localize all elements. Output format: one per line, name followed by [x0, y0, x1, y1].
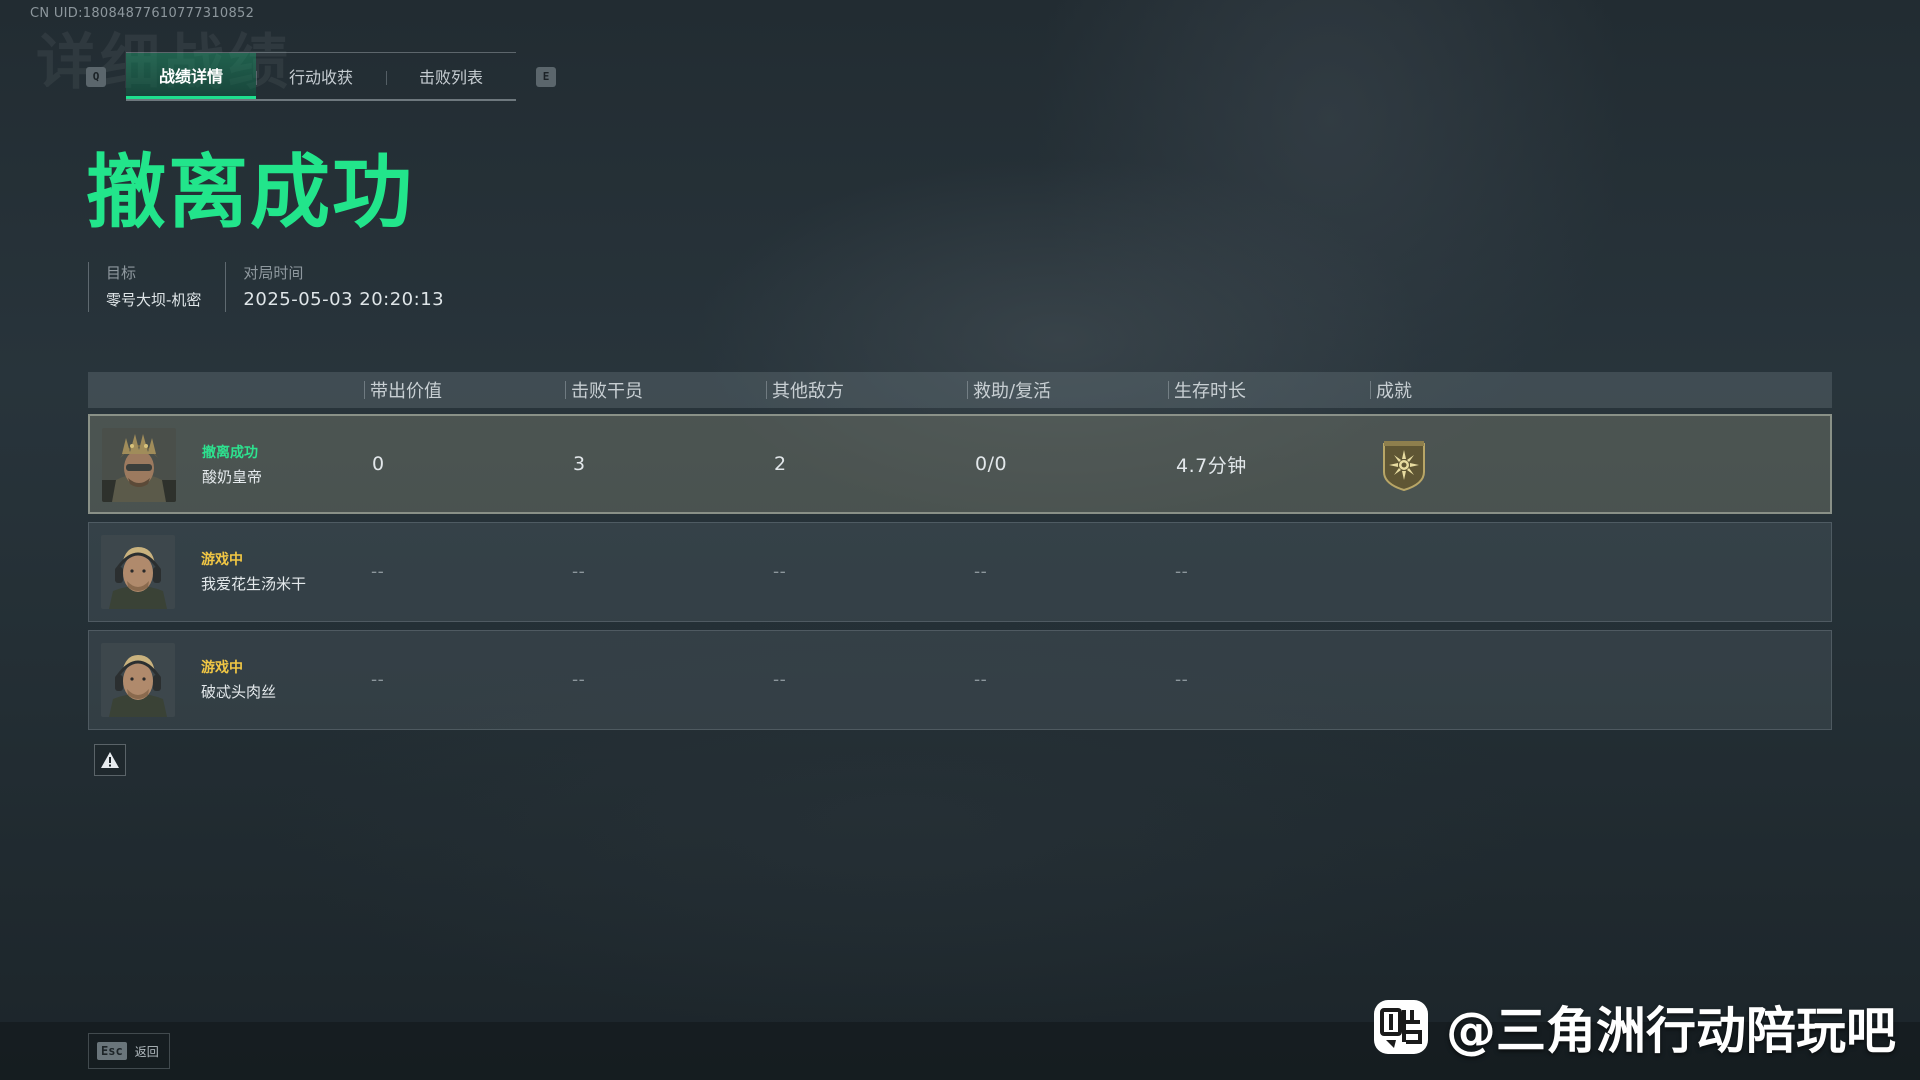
cell-extracted-value: --	[371, 562, 385, 582]
cell-extracted-value: 0	[372, 453, 385, 475]
table-row[interactable]: 撤离成功 酸奶皇帝 0 3 2 0/0 4.7分钟	[88, 414, 1832, 514]
player-avatar	[101, 535, 175, 609]
tieba-logo-icon	[1374, 1000, 1428, 1054]
result-title: 撤离成功	[86, 146, 414, 239]
tab-action-gains[interactable]: 行动收获	[256, 53, 386, 99]
header-extracted-value: 带出价值	[364, 372, 442, 408]
player-name: 酸奶皇帝	[202, 468, 263, 486]
header-operators-defeated: 击败干员	[565, 372, 643, 408]
meta-time-label: 对局时间	[243, 264, 304, 282]
cell-other-enemies: --	[773, 562, 787, 582]
player-status: 游戏中	[201, 660, 243, 676]
back-label: 返回	[134, 1044, 159, 1059]
cell-survival-time: 4.7分钟	[1176, 454, 1247, 477]
cell-extracted-value: --	[371, 670, 385, 690]
cell-other-enemies: 2	[774, 453, 787, 475]
meta-time: 对局时间 2025-05-03 20:20:13	[225, 262, 468, 312]
meta-target-label: 目标	[106, 264, 137, 282]
cell-rescue-revive: 0/0	[975, 453, 1008, 475]
warning-icon	[101, 752, 119, 768]
header-survival-time: 生存时长	[1168, 372, 1246, 408]
watermark: @三角洲行动陪玩吧	[1372, 995, 1896, 1060]
cell-operators-defeated: 3	[573, 453, 586, 475]
table-header: 带出价值 击败干员 其他敌方 救助/复活 生存时长 成就	[88, 372, 1832, 408]
header-other-enemies: 其他敌方	[766, 372, 844, 408]
cell-operators-defeated: --	[572, 562, 586, 582]
player-status: 撤离成功	[202, 445, 258, 461]
meta-target-value: 零号大坝-机密	[106, 291, 202, 309]
player-status: 游戏中	[201, 552, 243, 568]
header-achievement: 成就	[1370, 372, 1412, 408]
sun-emblem-badge-icon[interactable]	[1380, 438, 1428, 492]
watermark-text: @三角洲行动陪玩吧	[1446, 1002, 1896, 1060]
cell-other-enemies: --	[773, 670, 787, 690]
report-warning-button[interactable]	[94, 744, 126, 776]
cell-survival-time: --	[1175, 670, 1189, 690]
player-avatar	[102, 428, 176, 502]
cell-rescue-revive: --	[974, 670, 988, 690]
cell-rescue-revive: --	[974, 562, 988, 582]
meta-time-value: 2025-05-03 20:20:13	[243, 289, 445, 310]
cell-operators-defeated: --	[572, 670, 586, 690]
header-rescue-revive: 救助/复活	[967, 372, 1051, 408]
tab-bar: Q 战绩详情 行动收获 击败列表 E	[86, 52, 556, 101]
tab-battle-details[interactable]: 战绩详情	[126, 53, 256, 99]
table-row[interactable]: 游戏中 我爱花生汤米干 -- -- -- -- --	[88, 522, 1832, 622]
esc-key-hint: Esc	[97, 1042, 127, 1060]
player-avatar	[101, 643, 175, 717]
table-row[interactable]: 游戏中 破忒头肉丝 -- -- -- -- --	[88, 630, 1832, 730]
tab-right-key-hint[interactable]: E	[536, 66, 556, 87]
meta-target: 目标 零号大坝-机密	[88, 262, 225, 312]
back-button[interactable]: Esc 返回	[88, 1033, 170, 1069]
tab-defeat-list[interactable]: 击败列表	[386, 53, 516, 99]
player-name: 我爱花生汤米干	[201, 575, 307, 593]
cell-survival-time: --	[1175, 562, 1189, 582]
player-name: 破忒头肉丝	[201, 683, 277, 701]
match-meta: 目标 零号大坝-机密 对局时间 2025-05-03 20:20:13	[88, 262, 468, 312]
squad-stats-table: 带出价值 击败干员 其他敌方 救助/复活 生存时长 成就 撤离成功 酸奶皇帝 0	[88, 372, 1832, 730]
tab-left-key-hint[interactable]: Q	[86, 66, 106, 87]
